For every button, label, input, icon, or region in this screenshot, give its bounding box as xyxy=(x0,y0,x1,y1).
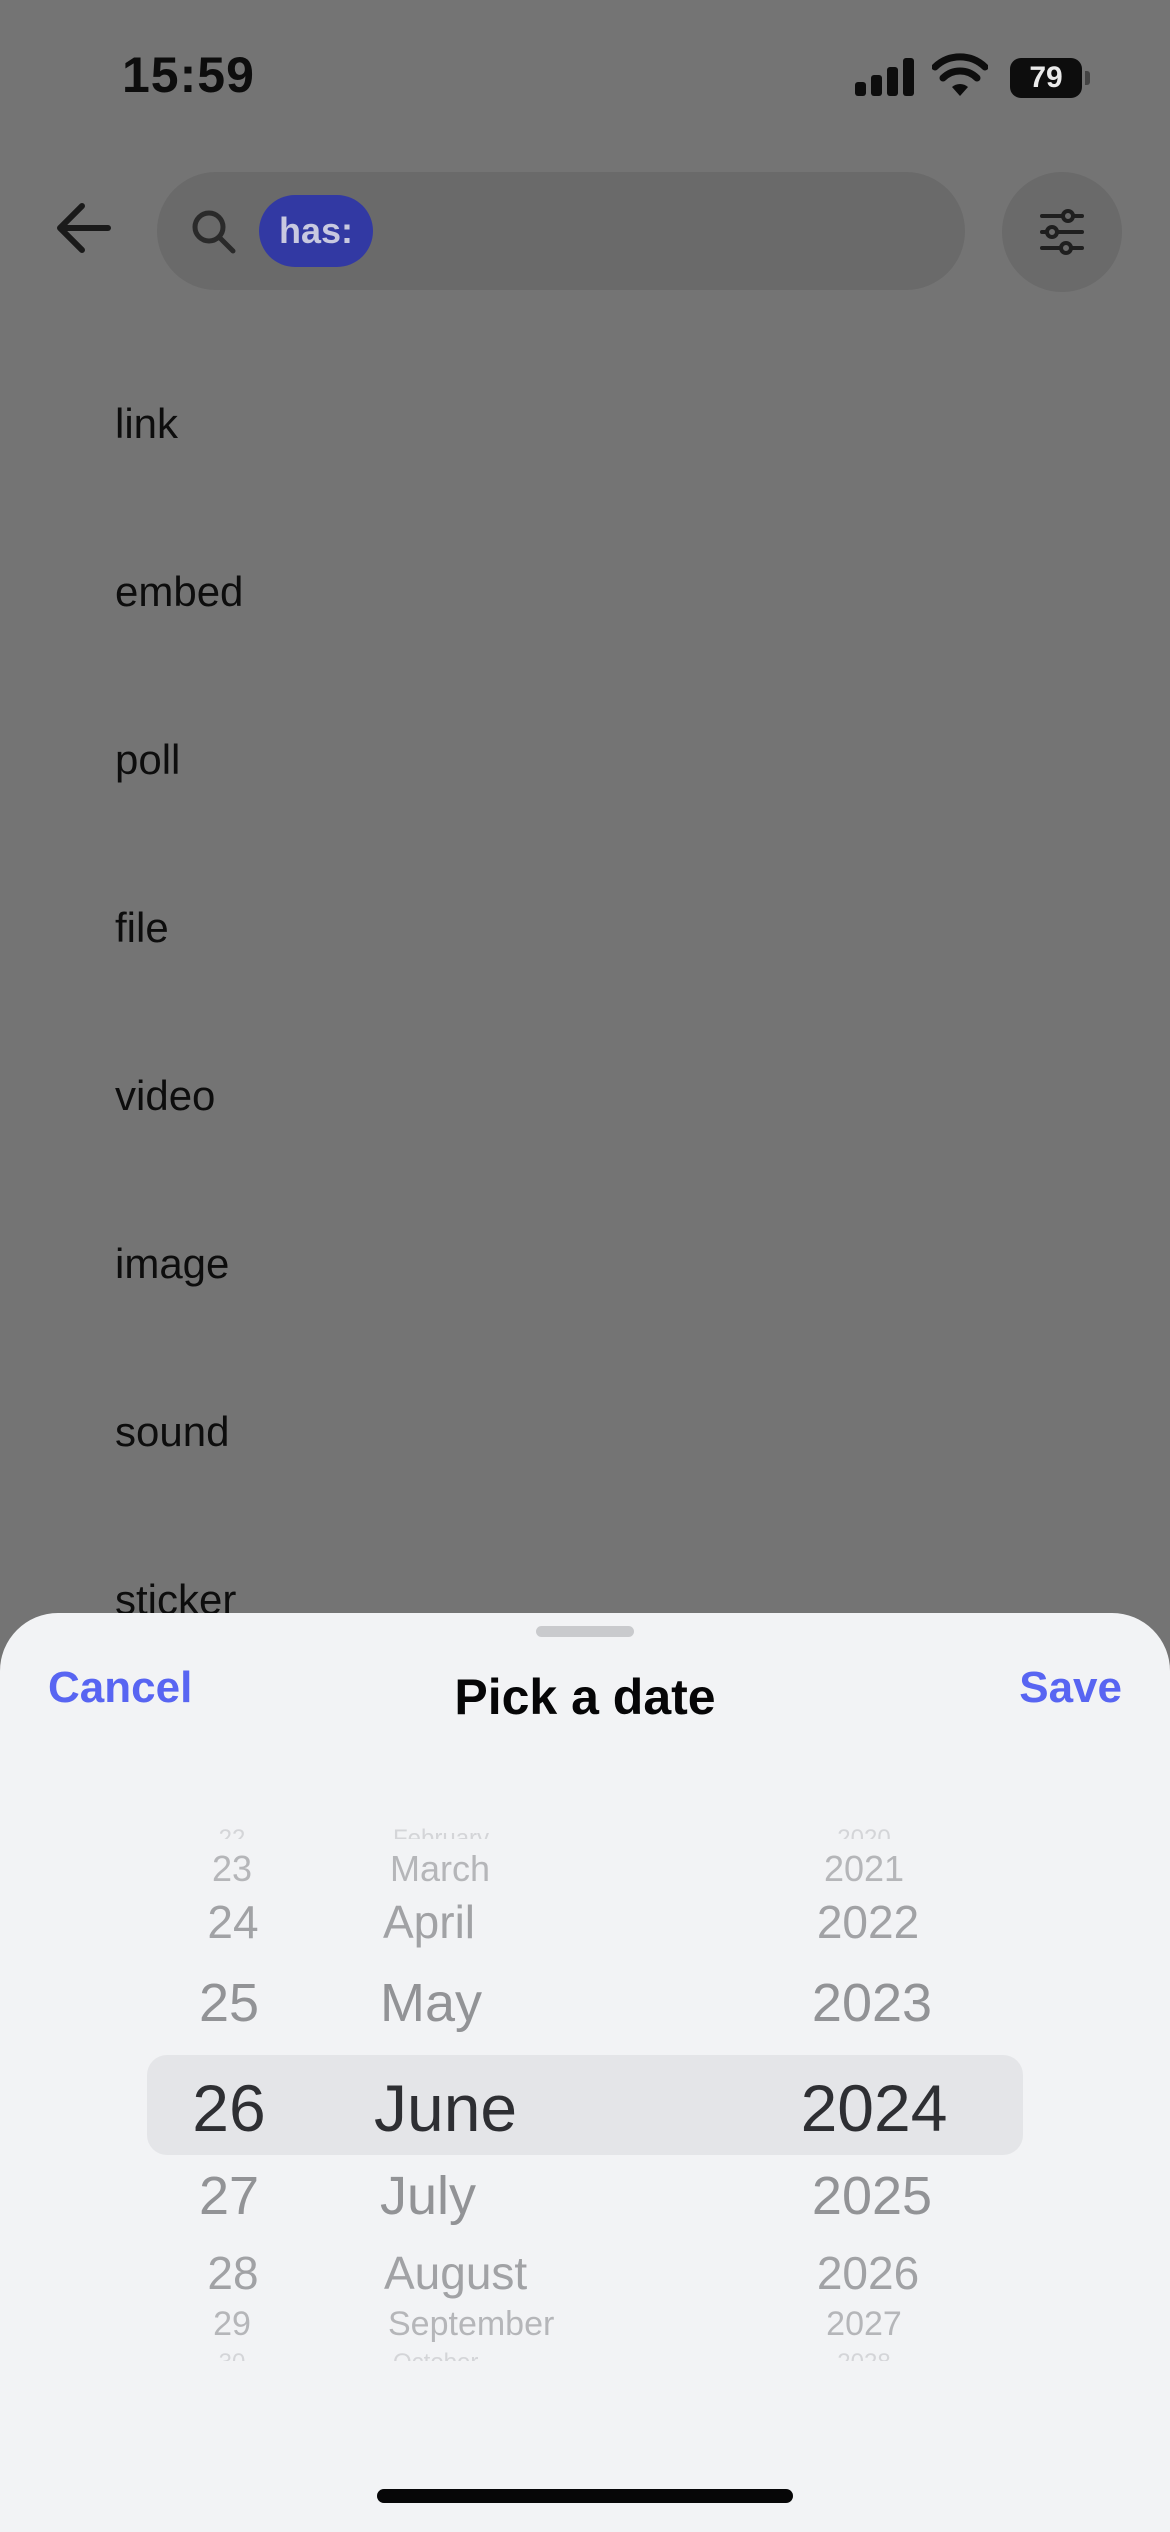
month-option[interactable]: May xyxy=(380,1972,482,2034)
day-option[interactable]: 29 xyxy=(152,2305,312,2344)
year-option[interactable]: 2021 xyxy=(754,1848,974,1890)
month-option[interactable]: September xyxy=(388,2305,554,2344)
status-bar: 15:59 79 xyxy=(0,0,1170,150)
month-option[interactable]: July xyxy=(380,2165,476,2227)
option-video[interactable]: video xyxy=(115,1072,215,1120)
month-option-selected[interactable]: June xyxy=(374,2070,517,2146)
option-sound[interactable]: sound xyxy=(115,1408,229,1456)
date-wheel-picker[interactable]: 22 23 24 25 26 27 28 29 30 February Marc… xyxy=(0,1825,1170,2403)
month-option[interactable]: March xyxy=(390,1848,490,1890)
sheet-grabber[interactable] xyxy=(536,1626,634,1637)
filter-button[interactable] xyxy=(1002,172,1122,292)
sliders-icon xyxy=(1040,209,1084,255)
search-input[interactable]: has: xyxy=(157,172,965,290)
wifi-icon xyxy=(932,53,988,96)
day-option[interactable]: 25 xyxy=(149,1972,309,2034)
month-option[interactable]: April xyxy=(383,1895,475,1949)
option-file[interactable]: file xyxy=(115,904,169,952)
day-option[interactable]: 28 xyxy=(153,2246,313,2300)
month-option[interactable]: October xyxy=(393,2349,478,2361)
cellular-signal-icon xyxy=(855,58,915,96)
day-option[interactable]: 23 xyxy=(152,1848,312,1890)
day-option[interactable]: 24 xyxy=(153,1895,313,1949)
option-link[interactable]: link xyxy=(115,400,178,448)
option-image[interactable]: image xyxy=(115,1240,229,1288)
year-option[interactable]: 2025 xyxy=(762,2165,982,2227)
option-embed[interactable]: embed xyxy=(115,568,243,616)
date-picker-sheet: Cancel Pick a date Save 22 23 24 25 26 2… xyxy=(0,1613,1170,2532)
search-icon xyxy=(192,210,236,254)
month-option[interactable]: February xyxy=(393,1825,489,1839)
home-indicator[interactable] xyxy=(377,2489,793,2503)
status-time: 15:59 xyxy=(122,47,255,103)
year-option-selected[interactable]: 2024 xyxy=(764,2070,984,2146)
option-poll[interactable]: poll xyxy=(115,736,180,784)
year-option[interactable]: 2022 xyxy=(758,1895,978,1949)
month-option[interactable]: August xyxy=(384,2246,527,2300)
day-option-selected[interactable]: 26 xyxy=(149,2070,309,2146)
day-option[interactable]: 22 xyxy=(152,1825,312,1839)
battery-level: 79 xyxy=(1010,58,1082,98)
battery-icon: 79 xyxy=(1010,58,1090,98)
day-option[interactable]: 27 xyxy=(149,2165,309,2227)
year-option[interactable]: 2020 xyxy=(754,1825,974,1839)
year-option[interactable]: 2026 xyxy=(758,2246,978,2300)
save-button[interactable]: Save xyxy=(1019,1663,1122,1713)
year-option[interactable]: 2023 xyxy=(762,1972,982,2034)
search-filter-chip[interactable]: has: xyxy=(259,195,374,267)
day-option[interactable]: 30 xyxy=(152,2349,312,2361)
year-option[interactable]: 2027 xyxy=(754,2305,974,2344)
year-option[interactable]: 2028 xyxy=(754,2349,974,2361)
back-arrow-icon[interactable] xyxy=(52,196,116,260)
sheet-title: Pick a date xyxy=(454,1669,716,1725)
